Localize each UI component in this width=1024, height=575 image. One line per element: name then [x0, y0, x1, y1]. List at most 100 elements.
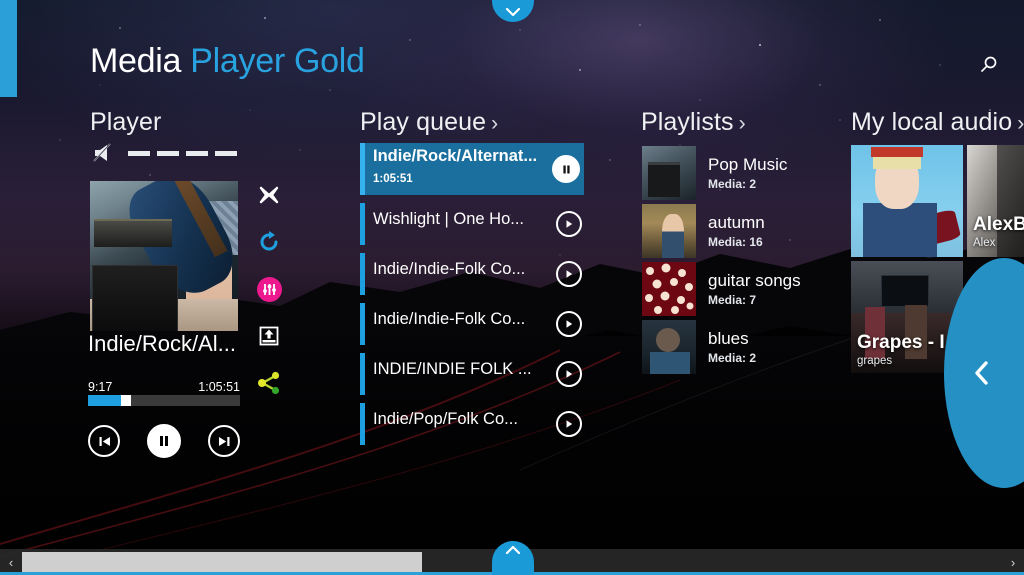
queue-item-title: Indie/Indie-Folk Co... — [373, 310, 526, 328]
shuffle-button[interactable] — [254, 180, 284, 210]
chevron-down-icon — [505, 7, 521, 17]
playlist-thumbnail — [642, 146, 696, 200]
play-queue-list: Indie/Rock/Alternat... 1:05:51 Wishlight… — [360, 143, 584, 453]
album-art[interactable] — [90, 181, 238, 331]
previous-track-button[interactable] — [88, 425, 120, 457]
playlist-item-0[interactable]: Pop Music Media: 2 — [642, 145, 842, 201]
upload-icon — [259, 326, 279, 346]
queue-item-2[interactable]: Indie/Indie-Folk Co... — [360, 253, 584, 295]
upload-button[interactable] — [254, 321, 284, 351]
local-audio-tile-title: AlexBe — [973, 214, 1024, 235]
section-title-local-audio[interactable]: My local audio › — [851, 108, 1024, 137]
queue-item-title: INDIE/INDIE FOLK ... — [373, 360, 532, 378]
chevron-left-icon — [975, 361, 988, 385]
local-audio-tile-0[interactable] — [851, 145, 963, 257]
repeat-icon — [260, 231, 278, 251]
queue-item-duration: 1:05:51 — [373, 173, 413, 185]
chevron-right-icon: › — [491, 112, 499, 135]
playlists-list: Pop Music Media: 2 autumn Media: 16 guit… — [642, 145, 842, 377]
queue-item-title: Wishlight | One Ho... — [373, 210, 525, 228]
volume-control[interactable] — [92, 143, 237, 163]
playlists-title-text: Playlists — [641, 108, 734, 136]
left-edge-accent-strip — [0, 0, 17, 97]
queue-item-play-button[interactable] — [556, 411, 582, 437]
progress-bar-handle[interactable] — [121, 395, 131, 406]
progress-bar-fill — [88, 395, 121, 406]
next-track-button[interactable] — [208, 425, 240, 457]
playlist-thumbnail — [642, 320, 696, 374]
equalizer-icon — [256, 276, 282, 302]
queue-item-title: Indie/Indie-Folk Co... — [373, 260, 526, 278]
bottom-pull-tab[interactable] — [492, 541, 534, 575]
app-title-secondary: Player Gold — [190, 42, 365, 80]
equalizer-button[interactable] — [254, 274, 284, 304]
queue-item-5[interactable]: Indie/Pop/Folk Co... — [360, 403, 584, 445]
app-title-primary: Media — [90, 42, 182, 80]
search-icon — [981, 56, 997, 72]
queue-item-play-button[interactable] — [556, 261, 582, 287]
app-window: Media Player Gold Player Indie/Rock/Al..… — [0, 0, 1024, 575]
playlist-name: Pop Music — [708, 155, 788, 174]
queue-item-title: Indie/Pop/Folk Co... — [373, 410, 518, 428]
playlist-item-3[interactable]: blues Media: 2 — [642, 319, 842, 375]
next-track-icon — [218, 436, 229, 446]
queue-item-0[interactable]: Indie/Rock/Alternat... 1:05:51 — [360, 143, 584, 195]
playlist-name: blues — [708, 329, 749, 348]
section-title-player: Player — [90, 108, 161, 137]
elapsed-time: 9:17 — [88, 380, 113, 394]
progress-bar[interactable] — [88, 395, 240, 406]
local-audio-tile-1[interactable]: AlexBe Alex — [967, 145, 1024, 257]
pause-icon — [562, 165, 570, 173]
player-title-text: Player — [90, 108, 162, 136]
playlist-name: guitar songs — [708, 271, 801, 290]
speaker-mute-icon — [93, 143, 111, 162]
playlist-thumbnail — [642, 262, 696, 316]
queue-item-accent-bar — [360, 203, 365, 245]
volume-level-segments[interactable] — [128, 150, 237, 156]
queue-item-pause-button[interactable] — [552, 155, 580, 183]
page-title: Media Player Gold — [90, 42, 365, 81]
transport-controls — [88, 424, 240, 458]
share-icon — [258, 371, 280, 395]
repeat-button[interactable] — [254, 227, 284, 257]
queue-item-play-button[interactable] — [556, 311, 582, 337]
queue-item-play-button[interactable] — [556, 361, 582, 387]
pause-icon — [160, 436, 168, 446]
section-title-play-queue[interactable]: Play queue › — [360, 108, 498, 137]
total-duration: 1:05:51 — [198, 380, 240, 394]
shuffle-icon — [259, 186, 279, 204]
queue-item-accent-bar — [360, 303, 365, 345]
playlist-item-1[interactable]: autumn Media: 16 — [642, 203, 842, 259]
queue-item-4[interactable]: INDIE/INDIE FOLK ... — [360, 353, 584, 395]
now-playing-title: Indie/Rock/Al... — [88, 331, 236, 356]
playlist-media-count: Media: 2 — [708, 177, 757, 191]
queue-item-accent-bar — [360, 253, 365, 295]
playlist-name: autumn — [708, 213, 765, 232]
playlist-item-2[interactable]: guitar songs Media: 7 — [642, 261, 842, 317]
play-icon — [566, 320, 573, 328]
queue-item-play-button[interactable] — [556, 211, 582, 237]
search-button[interactable] — [972, 48, 1006, 82]
play-queue-title-text: Play queue — [360, 108, 487, 136]
queue-item-title: Indie/Rock/Alternat... — [373, 147, 538, 165]
playlist-media-count: Media: 16 — [708, 235, 763, 249]
scrollbar-thumb[interactable] — [22, 552, 422, 572]
playback-time-row: 9:17 1:05:51 — [88, 380, 240, 394]
play-icon — [566, 420, 573, 428]
playlist-media-count: Media: 2 — [708, 351, 757, 365]
section-title-playlists[interactable]: Playlists › — [641, 108, 746, 137]
play-icon — [566, 370, 573, 378]
queue-item-accent-bar — [360, 353, 365, 395]
queue-item-accent-bar — [360, 403, 365, 445]
chevron-right-icon: › — [1017, 112, 1024, 135]
player-tool-icons — [254, 180, 284, 398]
local-audio-title-text: My local audio — [851, 108, 1013, 136]
queue-item-3[interactable]: Indie/Indie-Folk Co... — [360, 303, 584, 345]
play-pause-button[interactable] — [147, 424, 181, 458]
previous-track-icon — [99, 436, 110, 446]
chevron-right-icon: › — [738, 112, 746, 135]
playlist-thumbnail — [642, 204, 696, 258]
queue-item-accent-bar — [360, 143, 365, 195]
queue-item-1[interactable]: Wishlight | One Ho... — [360, 203, 584, 245]
share-button[interactable] — [254, 368, 284, 398]
